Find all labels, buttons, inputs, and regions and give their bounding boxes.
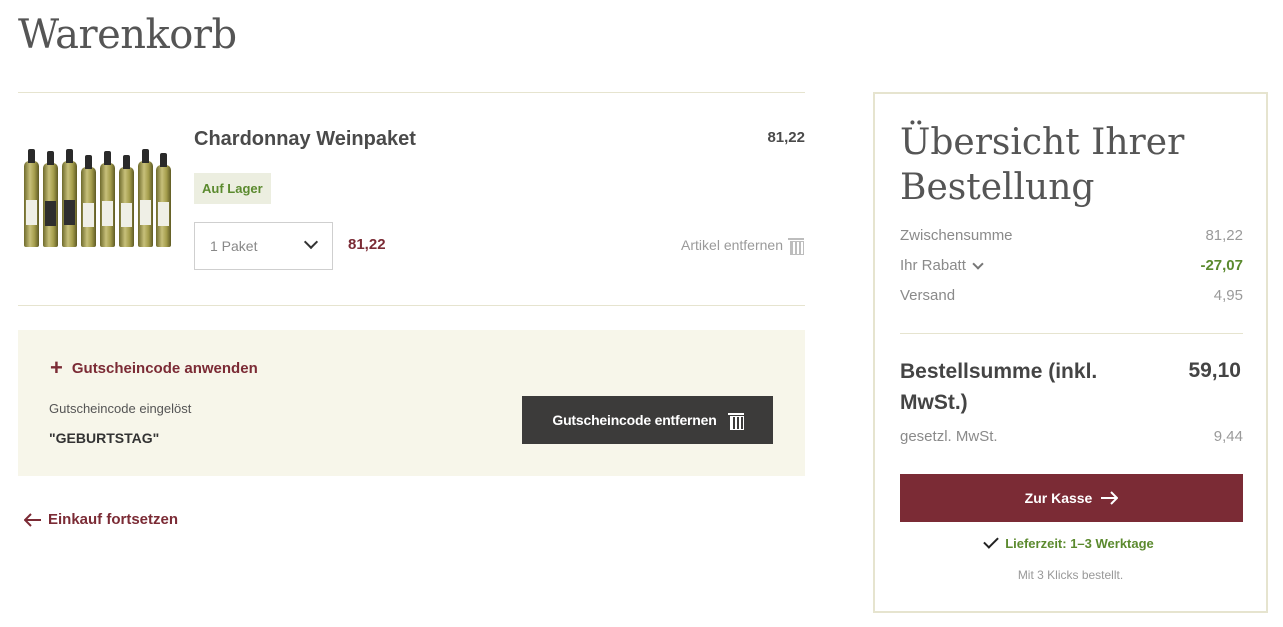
page-title: Warenkorb: [18, 12, 237, 58]
product-price: 81,22: [767, 129, 805, 146]
remove-coupon-label: Gutscheincode entfernen: [552, 412, 717, 428]
coupon-code: "GEBURTSTAG": [49, 430, 160, 446]
vat-row: gesetzl. MwSt. 9,44: [900, 428, 1243, 445]
coupon-panel: + Gutscheincode anwenden Gutscheincode e…: [18, 330, 805, 476]
stock-badge: Auf Lager: [194, 173, 271, 204]
total-label: Bestellsumme (inkl. MwSt.): [900, 360, 1098, 414]
trash-icon: [727, 412, 744, 430]
quantity-select[interactable]: 1 Paket: [194, 222, 333, 270]
divider: [900, 333, 1243, 334]
chevron-down-icon: [972, 257, 984, 270]
product-name[interactable]: Chardonnay Weinpaket: [194, 128, 416, 151]
chevron-down-icon: [303, 234, 319, 250]
shipping-value: 4,95: [1213, 287, 1243, 304]
quantity-value: 1 Paket: [210, 238, 258, 254]
divider: [18, 305, 805, 306]
remove-item-button[interactable]: Artikel entfernen: [681, 237, 804, 255]
discount-label: Ihr Rabatt: [900, 257, 966, 274]
apply-coupon-label: Gutscheincode anwenden: [71, 359, 258, 377]
cart-list: Chardonnay Weinpaket 81,22 Auf Lager 1 P…: [18, 92, 805, 306]
vat-label: gesetzl. MwSt.: [900, 428, 998, 445]
trash-icon: [788, 237, 804, 255]
remove-coupon-button[interactable]: Gutscheincode entfernen: [522, 396, 773, 444]
subtotal-value: 81,22: [1205, 227, 1243, 244]
apply-coupon-link[interactable]: + Gutscheincode anwenden: [50, 357, 258, 379]
shipping-row: Versand 4,95: [900, 287, 1243, 304]
vat-value: 9,44: [1213, 428, 1243, 445]
cart-item: Chardonnay Weinpaket 81,22 Auf Lager 1 P…: [18, 93, 805, 305]
discount-toggle[interactable]: Ihr Rabatt: [900, 257, 984, 274]
shipping-label: Versand: [900, 287, 956, 304]
check-icon: [983, 532, 999, 549]
clicks-note: Mit 3 Klicks bestellt.: [1017, 568, 1124, 582]
line-price: 81,22: [348, 236, 386, 253]
continue-shopping-label: Einkauf fortsetzen: [48, 511, 179, 528]
checkout-button[interactable]: Zur Kasse: [900, 474, 1243, 522]
arrow-right-icon: [1101, 491, 1119, 505]
delivery-text: Lieferzeit: 1–3 Werktage: [1005, 536, 1154, 551]
total-value: 59,10: [1188, 359, 1241, 382]
delivery-info: Lieferzeit: 1–3 Werktage: [875, 532, 1266, 551]
remove-item-label: Artikel entfernen: [681, 237, 783, 253]
order-summary: Übersicht Ihrer Bestellung Zwischensumme…: [873, 92, 1268, 613]
coupon-applied-label: Gutscheincode eingelöst: [49, 401, 192, 416]
discount-value: -27,07: [1200, 257, 1243, 274]
plus-icon: +: [50, 355, 63, 380]
subtotal-row: Zwischensumme 81,22: [900, 227, 1243, 244]
checkout-label: Zur Kasse: [1024, 490, 1093, 506]
summary-title: Übersicht Ihrer Bestellung: [900, 122, 1185, 208]
product-image[interactable]: [22, 149, 174, 247]
arrow-left-icon: [24, 512, 41, 527]
continue-shopping-link[interactable]: Einkauf fortsetzen: [24, 511, 178, 528]
subtotal-label: Zwischensumme: [900, 227, 1013, 244]
discount-row: Ihr Rabatt -27,07: [900, 257, 1243, 274]
